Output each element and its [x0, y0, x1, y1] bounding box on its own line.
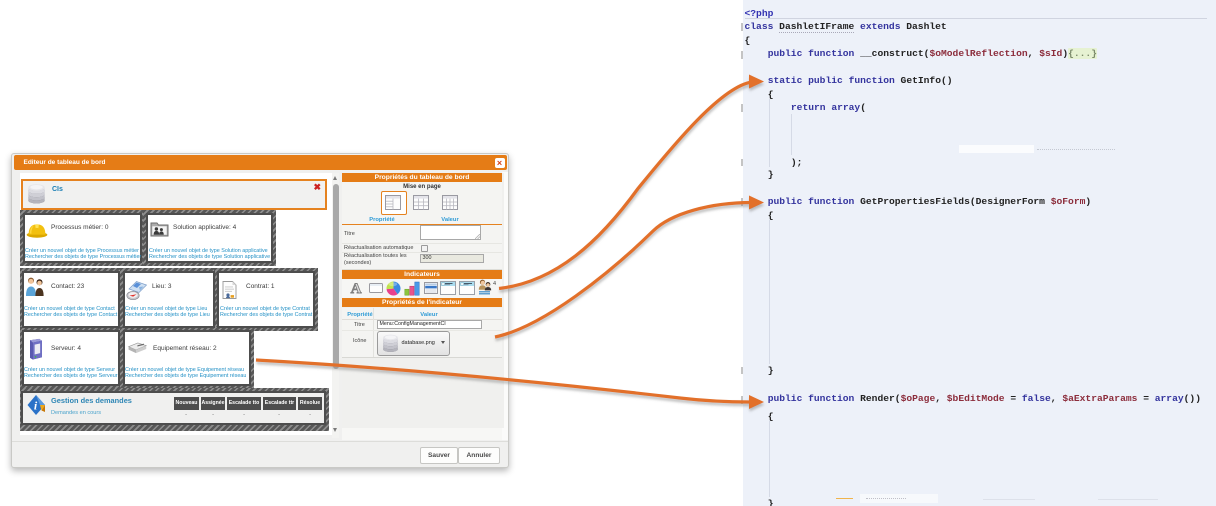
svg-text:A: A: [351, 281, 362, 295]
